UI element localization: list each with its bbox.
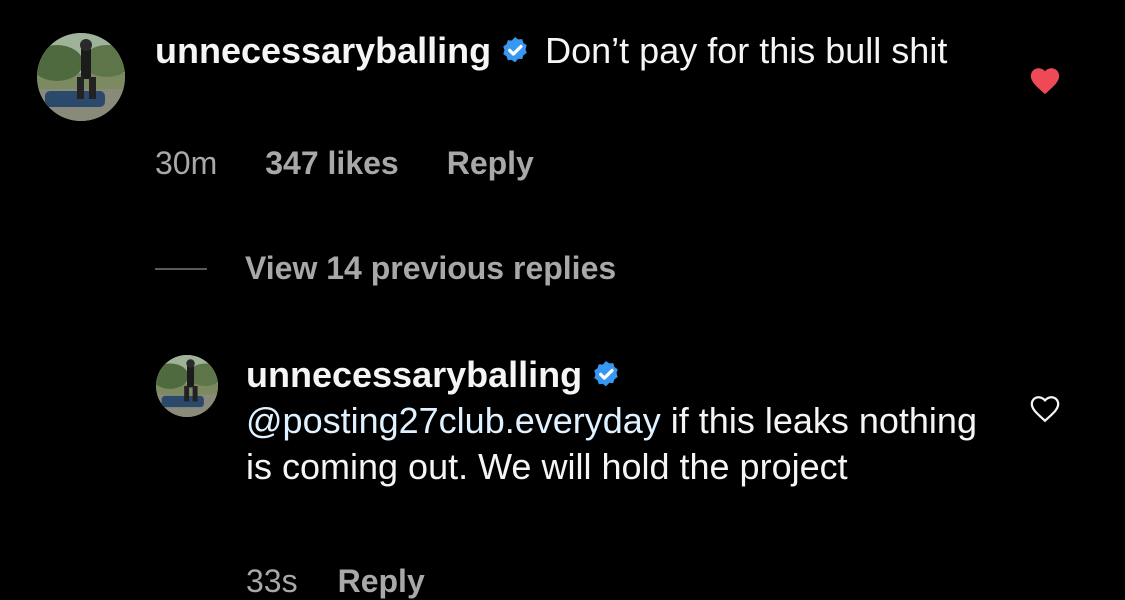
verified-badge-icon bbox=[594, 361, 618, 387]
comment-body: Don’t pay for this bull shit bbox=[535, 30, 948, 71]
avatar[interactable] bbox=[156, 355, 218, 417]
comment-timestamp: 30m bbox=[155, 145, 218, 181]
reply-meta: 33s Reply bbox=[246, 563, 425, 600]
avatar[interactable] bbox=[37, 33, 125, 121]
reply-username[interactable]: unnecessaryballing bbox=[246, 354, 582, 395]
verified-badge-icon bbox=[503, 37, 527, 63]
comment-likes-count[interactable]: 347 likes bbox=[265, 145, 398, 182]
reply-timestamp: 33s bbox=[246, 563, 298, 599]
heart-filled-icon[interactable] bbox=[1028, 64, 1062, 98]
reply-mention-link[interactable]: @posting27club.everyday bbox=[246, 400, 661, 441]
comment-reply-button[interactable]: Reply bbox=[447, 145, 534, 182]
reply-reply-button[interactable]: Reply bbox=[338, 563, 425, 600]
heart-outline-icon[interactable] bbox=[1028, 392, 1062, 426]
view-previous-replies[interactable]: View 14 previous replies bbox=[155, 250, 616, 287]
replies-divider bbox=[155, 267, 207, 270]
reply-text: unnecessaryballing @posting27club.everyda… bbox=[246, 352, 1006, 490]
comment-meta: 30m 347 likes Reply bbox=[155, 145, 534, 182]
comment-text: unnecessaryballing Don’t pay for this bu… bbox=[155, 28, 995, 74]
view-previous-replies-label[interactable]: View 14 previous replies bbox=[245, 250, 616, 287]
comment-username[interactable]: unnecessaryballing bbox=[155, 30, 491, 71]
